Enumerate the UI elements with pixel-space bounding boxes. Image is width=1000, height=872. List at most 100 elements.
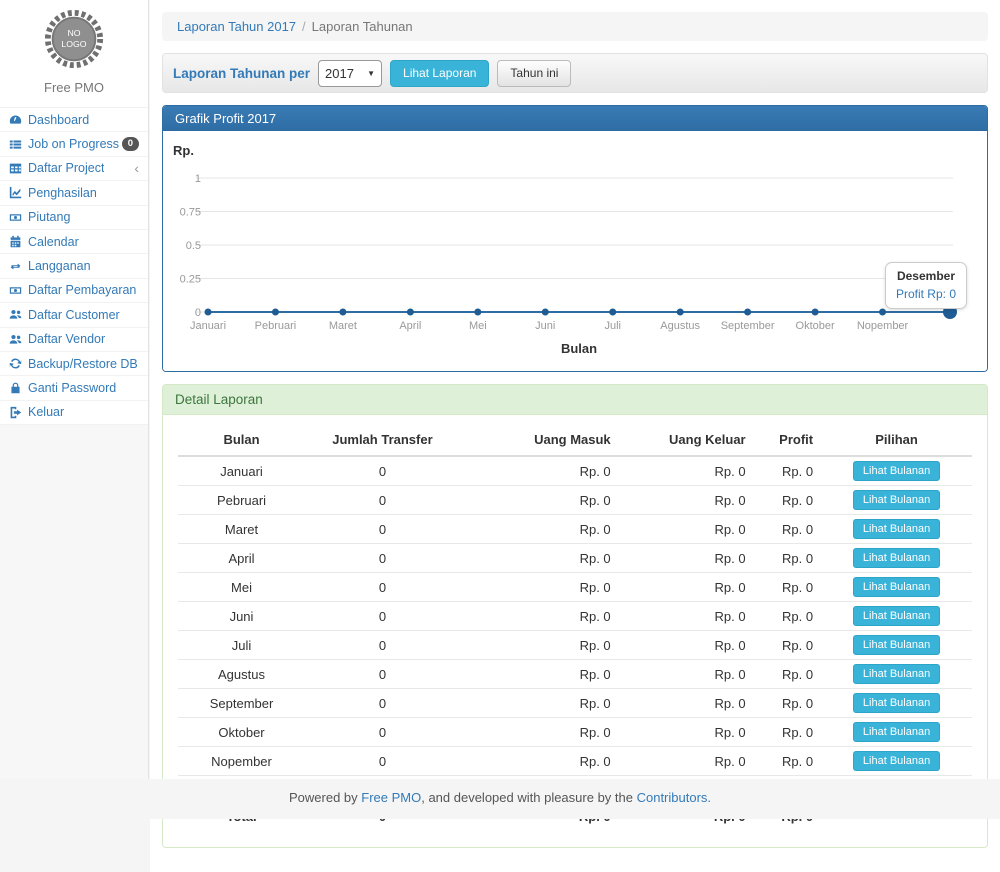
table-cell: Rp. 0 <box>754 689 821 718</box>
x-tick-label: Agustus <box>660 320 700 332</box>
tooltip-title: Desember <box>896 269 956 283</box>
table-cell: Rp. 0 <box>460 515 619 544</box>
footer-text-middle: , and developed with pleasure by the <box>421 790 636 805</box>
table-cell: Rp. 0 <box>754 718 821 747</box>
chart-point[interactable] <box>205 309 212 316</box>
sidebar-item-backup-restore-db[interactable]: Backup/Restore DB <box>0 352 148 376</box>
chevron-left-icon: ‹ <box>134 161 139 175</box>
table-cell: Rp. 0 <box>460 747 619 776</box>
y-tick-label: 0.25 <box>180 274 201 286</box>
tahun-ini-button[interactable]: Tahun ini <box>497 60 571 87</box>
sidebar-item-dashboard[interactable]: Dashboard <box>0 108 148 132</box>
lihat-bulanan-button[interactable]: Lihat Bulanan <box>853 490 940 510</box>
dashboard-icon <box>9 113 22 126</box>
table-cell: Rp. 0 <box>619 660 754 689</box>
table-cell: Januari <box>178 456 305 486</box>
lihat-bulanan-button[interactable]: Lihat Bulanan <box>853 722 940 742</box>
sidebar-item-label: Backup/Restore DB <box>28 357 138 371</box>
breadcrumb-separator: / <box>296 19 312 34</box>
lihat-bulanan-button[interactable]: Lihat Bulanan <box>853 548 940 568</box>
svg-text:NO: NO <box>67 28 80 38</box>
report-table-body: Januari0Rp. 0Rp. 0Rp. 0Lihat BulananPebr… <box>178 456 972 805</box>
table-cell: 0 <box>305 486 460 515</box>
table-cell: Rp. 0 <box>460 573 619 602</box>
table-cell: Nopember <box>178 747 305 776</box>
footer-text-prefix: Powered by <box>289 790 361 805</box>
lihat-bulanan-button[interactable]: Lihat Bulanan <box>853 606 940 626</box>
table-cell: Rp. 0 <box>754 747 821 776</box>
sidebar-item-label: Daftar Customer <box>28 308 120 322</box>
table-cell: Rp. 0 <box>754 631 821 660</box>
chart-point[interactable] <box>879 309 886 316</box>
chart-point[interactable] <box>542 309 549 316</box>
table-cell: Rp. 0 <box>619 544 754 573</box>
sidebar-item-penghasilan[interactable]: Penghasilan <box>0 181 148 205</box>
chart-point[interactable] <box>407 309 414 316</box>
contributors-link[interactable]: Contributors. <box>637 790 711 805</box>
sidebar-item-daftar-customer[interactable]: Daftar Customer <box>0 303 148 327</box>
lihat-bulanan-button[interactable]: Lihat Bulanan <box>853 635 940 655</box>
sidebar-item-langganan[interactable]: Langganan <box>0 254 148 278</box>
sidebar-item-daftar-pembayaran[interactable]: Daftar Pembayaran <box>0 279 148 303</box>
lihat-bulanan-button[interactable]: Lihat Bulanan <box>853 664 940 684</box>
sidebar-item-label: Job on Progress <box>28 137 119 151</box>
table-cell: 0 <box>305 544 460 573</box>
money-icon <box>9 284 22 297</box>
y-tick-label: 0 <box>195 307 201 319</box>
sidebar-item-label: Keluar <box>28 405 64 419</box>
column-header-uang-masuk: Uang Masuk <box>460 423 619 456</box>
table-cell: September <box>178 689 305 718</box>
table-row: Januari0Rp. 0Rp. 0Rp. 0Lihat Bulanan <box>178 456 972 486</box>
chart-point[interactable] <box>609 309 616 316</box>
chart-point[interactable] <box>677 309 684 316</box>
sign-out-icon <box>9 406 22 419</box>
breadcrumb-link[interactable]: Laporan Tahun 2017 <box>177 19 296 34</box>
sidebar-item-job-on-progress[interactable]: Job on Progress0 <box>0 132 148 156</box>
sidebar-item-keluar[interactable]: Keluar <box>0 401 148 425</box>
table-cell: Oktober <box>178 718 305 747</box>
sidebar-item-ganti-password[interactable]: Ganti Password <box>0 376 148 400</box>
lihat-bulanan-button[interactable]: Lihat Bulanan <box>853 519 940 539</box>
chart-canvas[interactable]: Rp.00.250.50.751JanuariPebruariMaretApri… <box>163 131 987 371</box>
year-select-value: 2017 <box>325 66 354 81</box>
lihat-bulanan-button[interactable]: Lihat Bulanan <box>853 577 940 597</box>
chart-point[interactable] <box>474 309 481 316</box>
x-tick-label: Nopember <box>857 320 909 332</box>
table-header-row: Bulan Jumlah Transfer Uang Masuk Uang Ke… <box>178 423 972 456</box>
table-row: Maret0Rp. 0Rp. 0Rp. 0Lihat Bulanan <box>178 515 972 544</box>
column-header-jumlah-transfer: Jumlah Transfer <box>305 423 460 456</box>
table-row: Agustus0Rp. 0Rp. 0Rp. 0Lihat Bulanan <box>178 660 972 689</box>
table-cell: Rp. 0 <box>619 718 754 747</box>
sidebar-item-piutang[interactable]: Piutang <box>0 206 148 230</box>
table-cell: Rp. 0 <box>460 689 619 718</box>
sidebar-item-daftar-project[interactable]: Daftar Project ‹ <box>0 157 148 181</box>
chart-line-icon <box>9 186 22 199</box>
lihat-bulanan-button[interactable]: Lihat Bulanan <box>853 693 940 713</box>
money-icon <box>9 211 22 224</box>
year-select[interactable]: 2017 ▼ <box>318 60 382 87</box>
free-pmo-link[interactable]: Free PMO <box>361 790 421 805</box>
table-cell: April <box>178 544 305 573</box>
table-cell: Rp. 0 <box>460 660 619 689</box>
sidebar-item-daftar-vendor[interactable]: Daftar Vendor <box>0 328 148 352</box>
chart-point[interactable] <box>339 309 346 316</box>
sidebar-item-calendar[interactable]: Calendar <box>0 230 148 254</box>
table-cell: 0 <box>305 602 460 631</box>
chart-point[interactable] <box>744 309 751 316</box>
table-cell: Rp. 0 <box>754 486 821 515</box>
chart-point[interactable] <box>812 309 819 316</box>
table-cell: Rp. 0 <box>460 631 619 660</box>
sidebar-item-label: Daftar Project <box>28 161 104 175</box>
lihat-laporan-button[interactable]: Lihat Laporan <box>390 60 489 87</box>
table-cell: 0 <box>305 660 460 689</box>
count-badge: 0 <box>122 137 139 151</box>
lihat-bulanan-button[interactable]: Lihat Bulanan <box>853 751 940 771</box>
breadcrumb: Laporan Tahun 2017/Laporan Tahunan <box>162 12 988 41</box>
table-icon <box>9 162 22 175</box>
table-cell: Rp. 0 <box>619 689 754 718</box>
breadcrumb-current: Laporan Tahunan <box>312 19 413 34</box>
table-cell: 0 <box>305 631 460 660</box>
chart-point[interactable] <box>272 309 279 316</box>
table-cell: Rp. 0 <box>754 660 821 689</box>
lihat-bulanan-button[interactable]: Lihat Bulanan <box>853 461 940 481</box>
